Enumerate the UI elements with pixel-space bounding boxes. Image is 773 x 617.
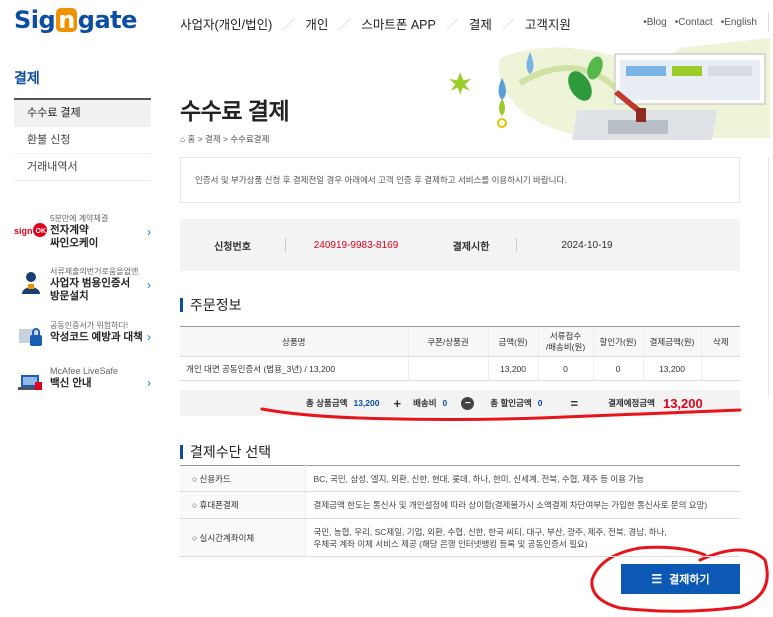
list-icon: ☰ — [651, 572, 663, 586]
pay-button[interactable]: ☰ 결제하기 — [621, 564, 740, 594]
payment-section-title: 결제수단 선택 — [180, 445, 271, 459]
payment-desc: 국민, 농협, 우리, SC제일, 기업, 외환, 수협, 신한, 한국 씨티,… — [305, 518, 740, 557]
payment-method-table: ○ 신용카드 BC, 국민, 삼성, 엘지, 외환, 신한, 현대, 롯데, 하… — [180, 465, 740, 557]
payment-desc: BC, 국민, 삼성, 엘지, 외환, 신한, 현대, 롯데, 하나, 한미, … — [305, 465, 740, 492]
radio-bank-transfer[interactable]: ○ 실시간계좌이체 — [180, 518, 306, 557]
radio-mobile[interactable]: ○ 휴대폰결제 — [180, 491, 306, 519]
payment-row: ○ 휴대폰결제 결제금액 한도는 통신사 및 개인설정에 따라 상이함(결제불가… — [180, 491, 740, 519]
payment-row: ○ 신용카드 BC, 국민, 삼성, 엘지, 외환, 신한, 현대, 롯데, 하… — [180, 465, 740, 492]
payment-row: ○ 실시간계좌이체 국민, 농협, 우리, SC제일, 기업, 외환, 수협, … — [180, 518, 740, 557]
radio-credit-card[interactable]: ○ 신용카드 — [180, 465, 306, 492]
payment-desc: 결제금액 한도는 통신사 및 개인설정에 따라 상이함(결제불가시 소액결제 차… — [305, 491, 740, 519]
